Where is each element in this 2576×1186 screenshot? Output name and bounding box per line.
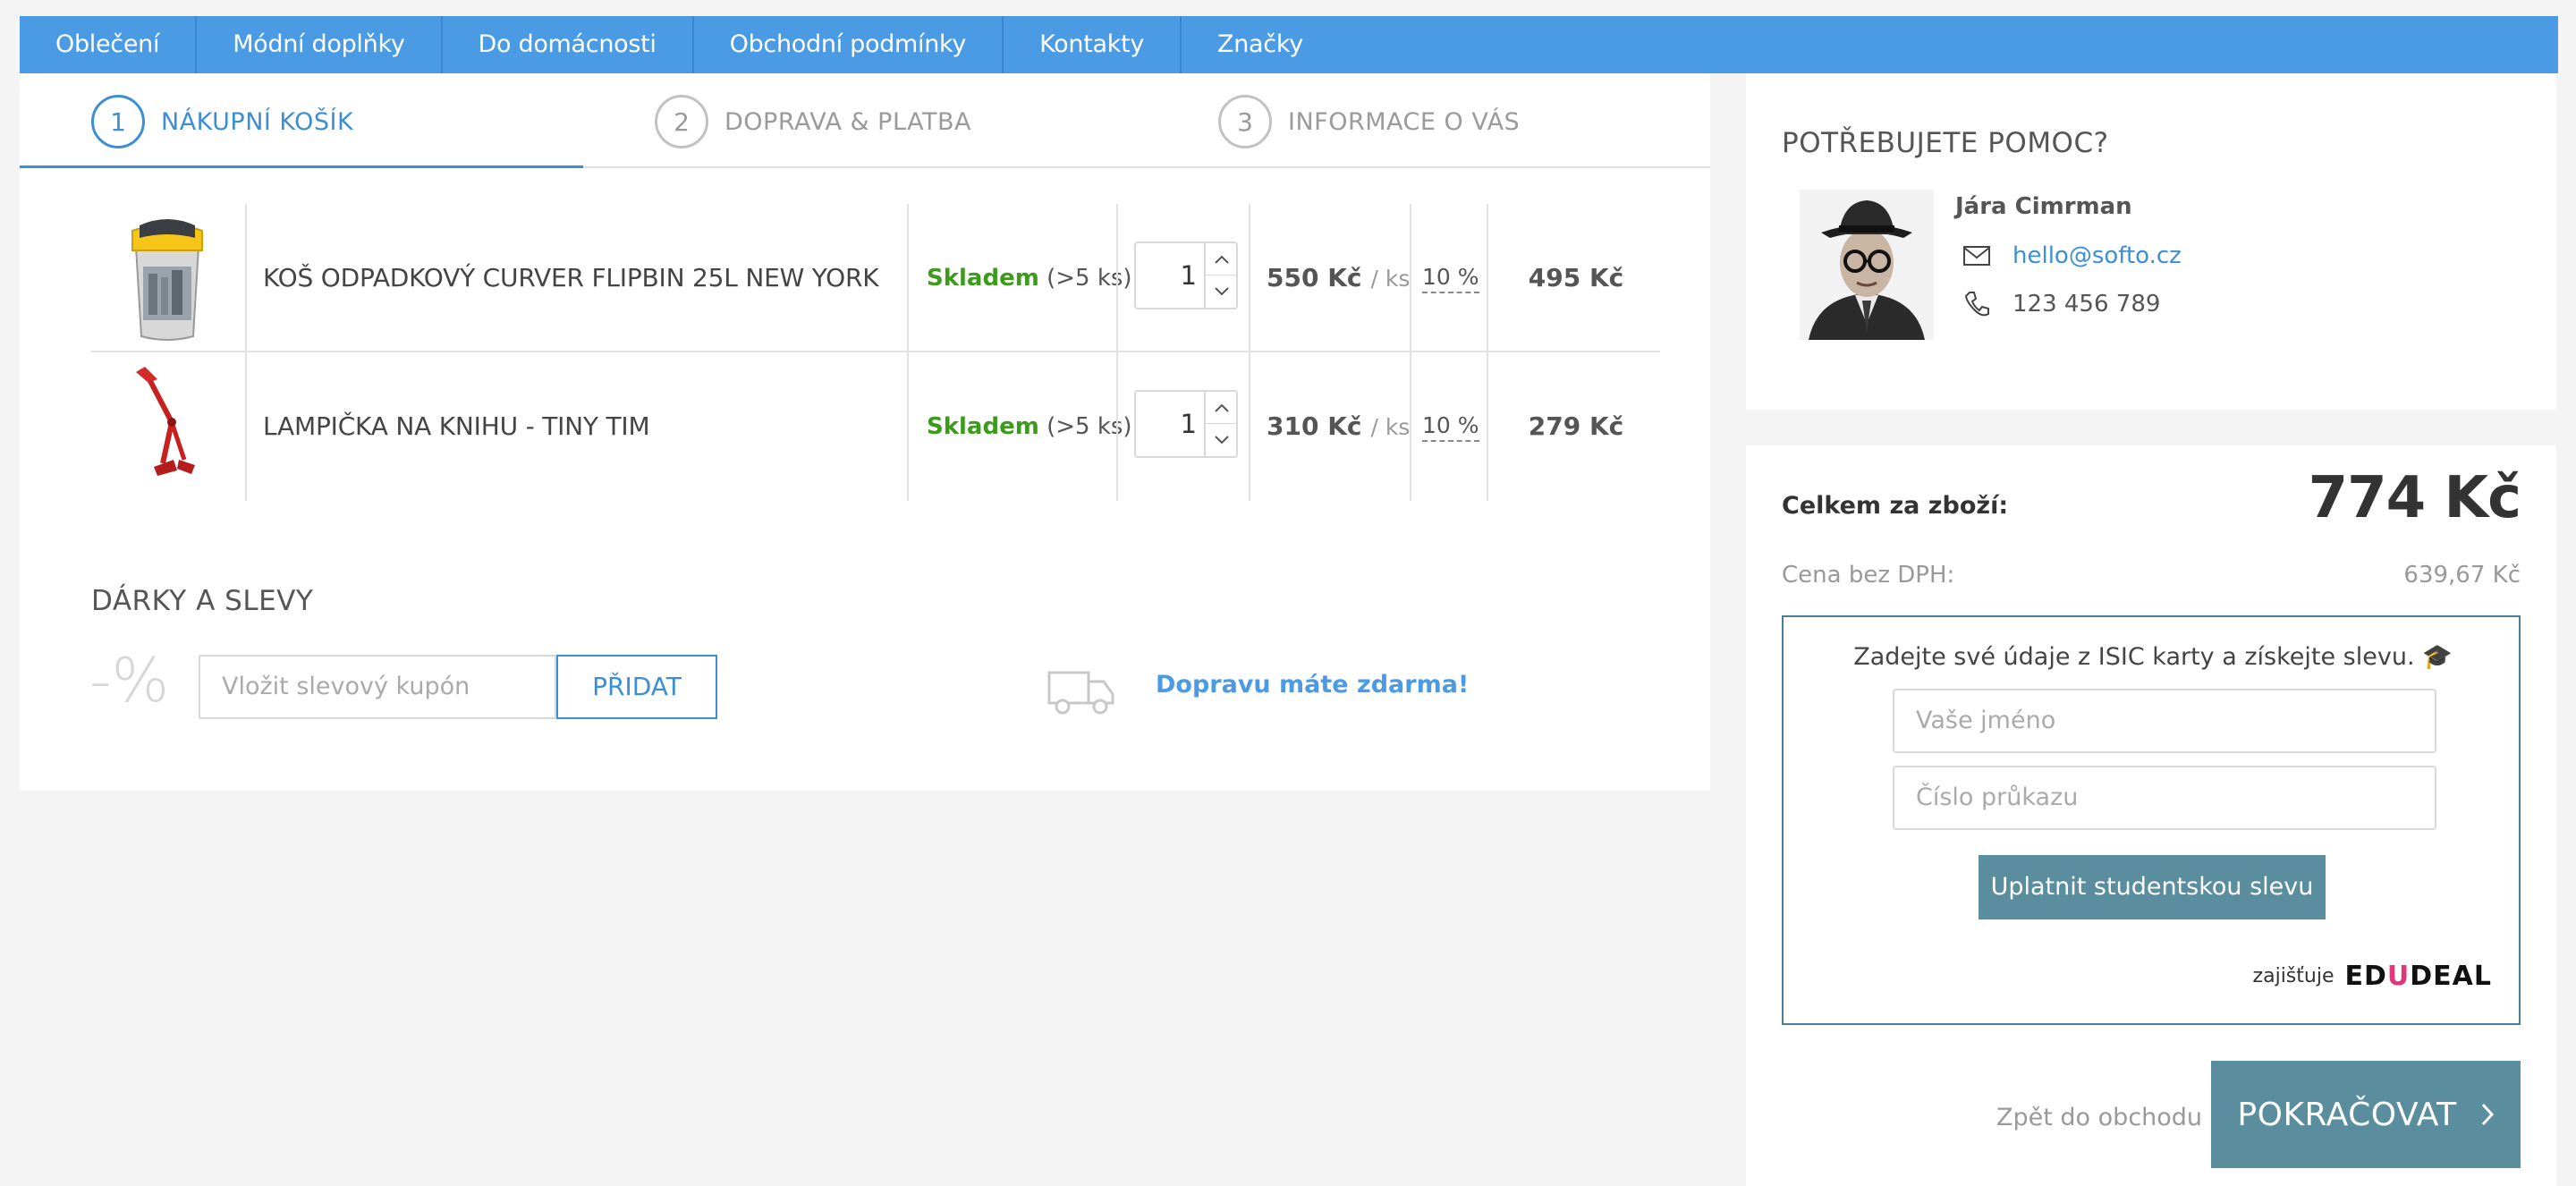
add-coupon-button[interactable]: PŘIDAT [556,655,717,719]
quantity-increase-button[interactable] [1204,392,1238,424]
step-number: 2 [655,95,708,148]
stock-status: Skladem (>5 ks) [927,352,1132,501]
step-label: DOPRAVA & PLATBA [724,107,971,136]
total-label: Celkem za zboží: [1782,492,2009,520]
line-total: 279 Kč [1528,411,1624,441]
avatar [1800,190,1934,340]
nav-item-obchodni-podminky[interactable]: Obchodní podmínky [694,16,1004,73]
isic-name-input[interactable]: Vaše jméno [1893,689,2436,753]
contact-phone: 123 456 789 [1961,288,2160,320]
active-step-underline [20,165,583,168]
continue-label: POKRAČOVAT [2237,1096,2457,1133]
edudeal-provider: zajišťuje EDUDEAL [2253,961,2492,992]
free-shipping-notice: Dopravu máte zdarma! [1156,671,1470,699]
step-shipping-payment[interactable]: 2 DOPRAVA & PLATBA [655,95,971,148]
cart-panel: 1 NÁKUPNÍ KOŠÍK 2 DOPRAVA & PLATBA 3 INF… [20,73,1710,791]
quantity-decrease-button[interactable] [1204,275,1238,308]
contact-phone-number: 123 456 789 [2012,291,2161,318]
help-title: POTŘEBUJETE POMOC? [1782,127,2109,159]
order-summary-panel: Celkem za zboží: 774 Kč Cena bez DPH: 63… [1746,445,2556,1186]
edudeal-logo[interactable]: EDUDEAL [2344,961,2492,992]
contact-email-link[interactable]: hello@softo.cz [2012,242,2182,269]
nav-item-kontakty[interactable]: Kontakty [1004,16,1182,73]
back-to-shop-link[interactable]: Zpět do obchodu [1996,1104,2202,1131]
in-stock-label: Skladem [927,413,1039,440]
stock-status: Skladem (>5 ks) [927,204,1132,352]
continue-button[interactable]: POKRAČOVAT [2211,1061,2521,1168]
checkout-steps: 1 NÁKUPNÍ KOŠÍK 2 DOPRAVA & PLATBA 3 INF… [20,73,1710,168]
unit-price: 310 Kč / ks [1267,352,1410,502]
quantity-stepper: 1 [1134,390,1238,458]
step-cart[interactable]: 1 NÁKUPNÍ KOŠÍK [91,95,353,148]
isic-discount-box: Zadejte své údaje z ISIC karty a získejt… [1782,615,2521,1025]
step-customer-info[interactable]: 3 INFORMACE O VÁS [1218,95,1520,148]
vat-rate[interactable]: 10 % [1422,263,1479,293]
nav-item-modni-doplnky[interactable]: Módní doplňky [197,16,443,73]
nav-item-obleceni[interactable]: Oblečení [20,16,198,73]
percent-icon: -% [89,646,170,716]
contact-name: Jára Cimrman [1955,193,2132,220]
quantity-stepper: 1 [1134,241,1238,309]
chevron-right-icon [2480,1102,2495,1127]
chevron-down-icon [1215,287,1229,296]
quantity-increase-button[interactable] [1204,243,1238,275]
truck-icon [1046,667,1116,721]
stock-count: (>5 ks) [1046,413,1132,440]
top-navigation: Oblečení Módní doplňky Do domácnosti Obc… [20,16,2558,73]
cart-item-row: KOŠ ODPADKOVÝ CURVER FLIPBIN 25L NEW YOR… [91,204,1660,352]
product-image-trash-bin[interactable] [109,211,225,345]
coupon-input[interactable]: Vložit slevový kupón [199,655,556,719]
chevron-up-icon [1215,403,1229,412]
quantity-input[interactable]: 1 [1136,243,1204,308]
vat-rate[interactable]: 10 % [1422,411,1479,442]
phone-icon [1961,288,1993,320]
unit-suffix: / ks [1370,414,1411,440]
isic-card-number-input[interactable]: Číslo průkazu [1893,766,2436,830]
total-value: 774 Kč [2308,465,2521,531]
apply-student-discount-button[interactable]: Uplatnit studentskou slevu [1979,855,2326,919]
envelope-icon [1961,240,1993,272]
contact-email[interactable]: hello@softo.cz [1961,240,2182,272]
line-total: 495 Kč [1528,263,1624,292]
step-label: NÁKUPNÍ KOŠÍK [161,107,354,136]
gifts-discounts-title: DÁRKY A SLEVY [91,585,314,617]
price-without-vat-value: 639,67 Kč [2403,562,2521,589]
stock-count: (>5 ks) [1046,265,1132,292]
product-name[interactable]: KOŠ ODPADKOVÝ CURVER FLIPBIN 25L NEW YOR… [263,204,879,352]
provided-by-label: zajišťuje [2252,965,2334,987]
quantity-decrease-button[interactable] [1204,424,1238,456]
product-image-book-lamp[interactable] [109,360,225,494]
price-without-vat-label: Cena bez DPH: [1782,562,1955,589]
unit-price: 550 Kč / ks [1267,204,1410,353]
chevron-down-icon [1215,436,1229,445]
chevron-up-icon [1215,255,1229,264]
in-stock-label: Skladem [927,265,1039,292]
cart-item-row: LAMPIČKA NA KNIHU - TINY TIM Skladem (>5… [91,352,1660,501]
step-number: 1 [91,95,145,148]
product-name[interactable]: LAMPIČKA NA KNIHU - TINY TIM [263,352,650,501]
isic-instructions: Zadejte své údaje z ISIC karty a získejt… [1853,643,2453,671]
unit-price-value: 550 Kč [1267,263,1362,292]
step-number: 3 [1218,95,1272,148]
nav-item-do-domacnosti[interactable]: Do domácnosti [443,16,694,73]
step-label: INFORMACE O VÁS [1288,107,1521,136]
unit-price-value: 310 Kč [1267,411,1362,441]
help-panel: POTŘEBUJETE POMOC? Jára Cimrman hello@so… [1746,73,2556,410]
unit-suffix: / ks [1370,266,1411,292]
nav-item-znacky[interactable]: Značky [1182,16,1339,73]
quantity-input[interactable]: 1 [1136,392,1204,456]
